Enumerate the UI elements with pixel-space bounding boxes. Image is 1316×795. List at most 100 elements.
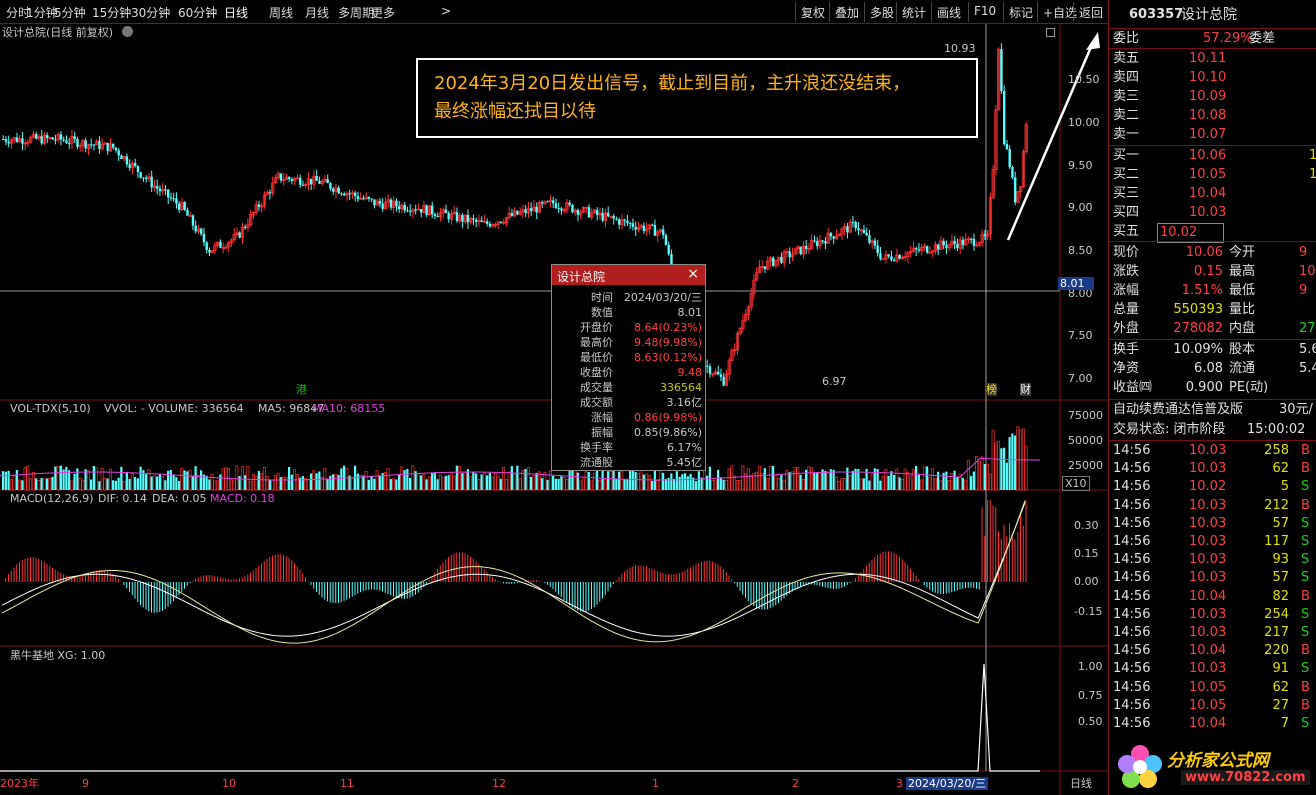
volume-bar [76,468,79,490]
candle-body [961,239,965,246]
volume-bar [964,479,968,491]
volume-bar [793,467,797,491]
annotation-arrow [1006,39,1096,241]
period-tab-10[interactable]: 更多 [371,4,395,21]
stock-name: 设计总院 [1181,7,1237,23]
volume-bar [194,466,197,490]
candle-body [587,207,591,218]
period-tab-4[interactable]: 30分钟 [131,4,170,21]
volume-bar [816,473,819,490]
volume-bar [953,470,956,490]
tick-volume: 258 [1264,443,1289,458]
popup-row-key: 涨幅 [591,411,613,424]
tick-time: 14:56 [1113,479,1151,495]
volume-bar [134,477,137,490]
toolbar-btn-1[interactable]: 叠加 [829,2,864,22]
tick-side: S [1301,661,1310,677]
buy-level-label: 买四 [1113,205,1140,220]
volume-bar [920,479,924,491]
volume-bar [90,479,93,490]
toolbar-btn-8[interactable]: 返回 [1073,2,1108,22]
volume-bar [356,473,359,490]
toolbar-btn-5[interactable]: F10 [968,2,1001,22]
popup-close-icon[interactable]: × [687,266,699,282]
candle-body [865,232,868,236]
candle-body [238,232,241,238]
period-tab-7[interactable]: 周线 [269,4,293,21]
toolbar-btn-0[interactable]: 复权 [795,2,830,22]
volume-bar [741,465,745,491]
tick-price: 10.03 [1189,534,1227,549]
candle-body [367,196,371,199]
candle-body [642,225,646,232]
stat-label: 外盘 [1113,321,1140,336]
bar-info-popup[interactable]: 设计总院 × 时间 2024/03/20/三 数值 8.01 开盘价 8.64(0.23%… [551,264,706,471]
period-tab-6[interactable]: 日线 [224,4,248,21]
candle-body [156,186,159,189]
period-tab-3[interactable]: 15分钟 [92,4,131,21]
logo-url: www.70822.com [1181,770,1310,785]
ad-text[interactable]: 自动续费通达信普及版 [1113,401,1243,419]
candle-body [788,251,791,258]
volume-bar [120,466,123,490]
toolbar-btn-4[interactable]: 画线 [931,2,966,22]
toolbar-btn-3[interactable]: 统计 [896,2,931,22]
period-tab-8[interactable]: 月线 [305,4,329,21]
tick-volume: 82 [1272,588,1289,604]
volume-bar [810,467,814,491]
volume-bar [219,474,222,490]
volume-bar [40,478,43,490]
toolbar-btn-6[interactable]: 标记 [1003,2,1038,22]
sell-level-price: 10.08 [1189,108,1227,123]
volume-bar [145,474,148,490]
volume-bar [922,466,926,491]
period-tab-5[interactable]: 60分钟 [178,4,217,21]
buy-level-volume: 1 [1309,166,1316,184]
volume-bar [868,480,871,490]
tick-volume: 93 [1272,552,1289,568]
volume-bar [881,476,885,491]
tick-side: S [1301,479,1310,495]
candle-body [139,172,142,178]
stat2-value-2: 5.6 [1299,342,1316,357]
volume-bar [994,442,998,491]
toolbar-btn-2[interactable]: 多股 [864,2,899,22]
period-tab-2[interactable]: 5分钟 [54,4,86,21]
stat-value: 10.06 [1185,245,1223,260]
volume-bar [541,478,544,490]
volume-bar [1014,435,1017,490]
trade-state-row: 交易状态: 闭市阶段 15:00:02 [1109,421,1316,439]
sell-level-price: 10.09 [1189,89,1227,104]
sep [1109,339,1316,340]
tick-price: 10.03 [1189,606,1227,622]
stat-row: 外盘 278082 内盘 272 [1109,320,1316,338]
volume-bar [656,480,660,491]
candle-body [554,203,558,208]
volume-bar [95,467,99,491]
candle-body [40,136,43,144]
volume-bar [933,478,937,491]
candle-body [945,245,948,248]
volume-bar [54,466,57,490]
volume-bar [9,479,13,491]
volume-bar [609,471,613,491]
buy-level-label: 买五 [1113,224,1140,239]
period-tab-9[interactable]: 多周期 [338,4,374,21]
candle-body [813,240,816,242]
candle-body [219,242,222,248]
ad-price[interactable]: 30元/ [1279,401,1313,419]
tick-price: 10.04 [1189,716,1227,731]
candle-body [466,215,470,223]
volume-bar [504,479,508,491]
candle-body [318,180,321,184]
candle-body [851,222,855,224]
candle-body [167,189,170,198]
tick-volume: 217 [1264,625,1289,640]
popup-row-value: 8.64(0.23%) [633,321,702,334]
more-arrow-icon[interactable]: > [441,4,451,18]
popup-header[interactable]: 设计总院 × [552,265,705,285]
volume-bar [807,466,811,491]
tick-time: 14:56 [1113,661,1151,677]
volume-bar [367,479,370,490]
period-tab-1[interactable]: 1分钟 [26,4,58,21]
